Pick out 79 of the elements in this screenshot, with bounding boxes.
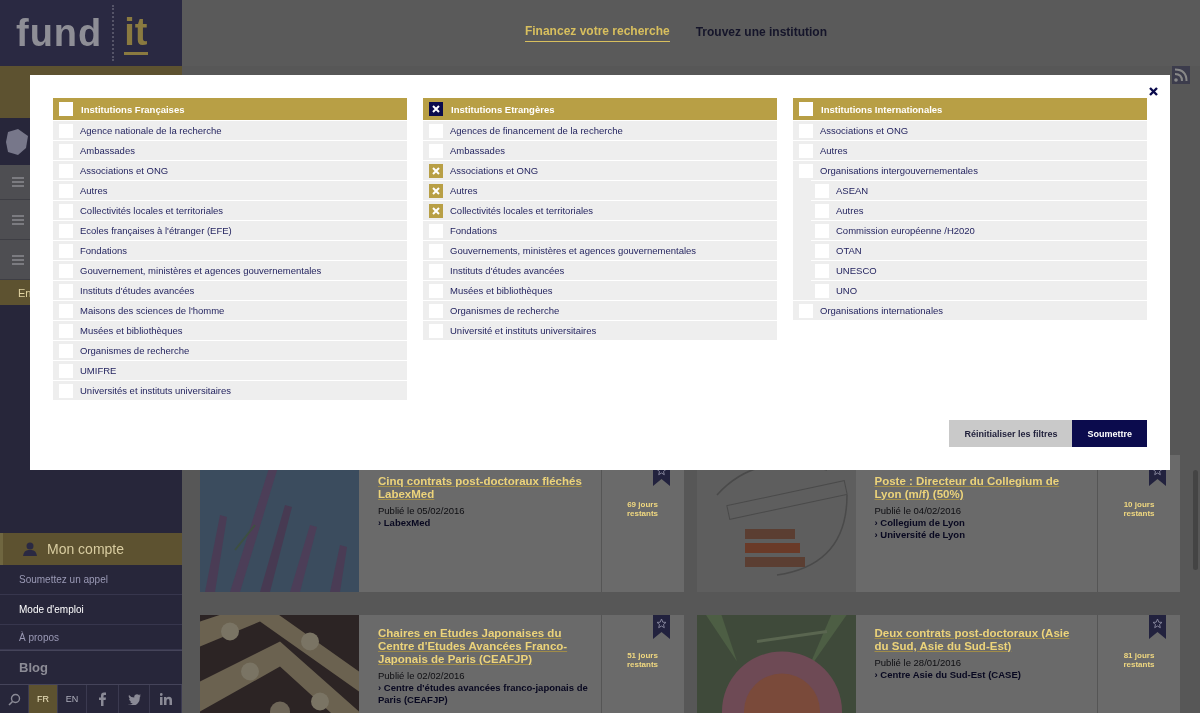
filter-option[interactable]: Agence nationale de la recherche — [80, 125, 222, 136]
filter-option[interactable]: ASEAN — [836, 185, 869, 196]
filter-option[interactable]: Ambassades — [450, 145, 505, 156]
days-remaining: 69 jours restants — [625, 499, 660, 518]
search-icon — [7, 692, 21, 706]
filter-option[interactable]: Autres — [450, 185, 478, 196]
checkbox[interactable] — [799, 102, 813, 116]
filter-option[interactable]: UNESCO — [836, 265, 877, 276]
checkbox[interactable] — [429, 183, 443, 198]
language-button[interactable]: FR — [29, 685, 58, 713]
filter-option[interactable]: Organismes de recherche — [80, 345, 190, 356]
filter-option[interactable]: Collectivités locales et territoriales — [450, 205, 594, 216]
menu-icon[interactable] — [12, 177, 24, 187]
menu-icon[interactable] — [12, 254, 24, 265]
institution-link[interactable]: › LabexMed — [378, 517, 589, 529]
filter-option[interactable]: Maisons des sciences de l'homme — [80, 305, 225, 316]
institution-link[interactable]: › Centre d'études avancées franco-japonais de Paris (CEAFJP) — [378, 682, 589, 706]
close-icon[interactable] — [1149, 87, 1158, 96]
card-title[interactable]: Chaires en Etudes Japonaises du Centre d'Etudes Avancées Franco-Japonais de Paris (CEAFJP) — [378, 627, 589, 666]
publish-date: Publié le 02/02/2016 — [378, 670, 466, 682]
filter-option[interactable]: UMIFRE — [80, 365, 117, 376]
filter-option[interactable]: Autres — [80, 185, 108, 196]
map-icon — [4, 127, 30, 156]
filter-option[interactable]: Musées et bibliothèques — [80, 325, 183, 336]
filter-option[interactable]: Fondations — [80, 245, 127, 256]
days-remaining: 10 jours restants — [1122, 499, 1156, 518]
checkbox[interactable] — [429, 203, 443, 218]
rss-icon[interactable] — [1172, 66, 1190, 84]
filter-option[interactable]: Instituts d'études avancées — [450, 265, 565, 276]
filter-option[interactable]: Collectivités locales et territoriales — [80, 205, 224, 216]
sidebar-link[interactable]: À propos — [0, 625, 182, 650]
linkedin-icon — [159, 693, 172, 705]
checkbox[interactable] — [59, 102, 73, 116]
filter-option[interactable]: Autres — [820, 145, 848, 156]
sidebar-link[interactable]: Soumettez un appel — [0, 565, 182, 595]
filter-option[interactable]: Associations et ONG — [450, 165, 539, 176]
filter-option[interactable]: OTAN — [836, 245, 862, 256]
logo-text[interactable]: fund — [16, 11, 103, 55]
institution-link[interactable]: › Centre Asie du Sud-Est (CASE) — [874, 669, 1085, 681]
nav-link[interactable]: Financez votre recherche — [524, 24, 670, 42]
filter-option[interactable]: Organisations internationales — [820, 305, 944, 316]
facebook-icon — [99, 692, 106, 706]
menu-icon[interactable] — [12, 214, 24, 225]
sidebar-link[interactable]: Mode d'emploi — [0, 595, 182, 625]
reset-button[interactable]: Réinitialiser les filtres — [949, 420, 1073, 447]
filter-option[interactable]: Gouvernement, ministères et agences gouvernementales — [80, 265, 322, 276]
filter-option[interactable]: Gouvernements, ministères et agences gouvernementales — [450, 245, 697, 256]
filter-option[interactable]: Autres — [836, 205, 864, 216]
filter-option[interactable]: Organisations intergouvernementales — [820, 165, 978, 176]
card-title[interactable]: Poste : Directeur du Collegium de Lyon (m/f) (50%) — [874, 475, 1085, 501]
checkbox[interactable] — [429, 102, 443, 116]
submit-button[interactable]: Soumettre — [1072, 420, 1147, 447]
days-remaining: 51 jours restants — [625, 651, 660, 669]
filter-option[interactable]: Commission européenne /H2020 — [836, 225, 975, 236]
filter-option[interactable]: Ecoles françaises à l'étranger (EFE) — [80, 225, 232, 236]
days-remaining: 81 jours restants — [1122, 651, 1156, 669]
publish-date: Publié le 28/01/2016 — [874, 657, 963, 669]
filter-option[interactable]: Associations et ONG — [820, 125, 909, 136]
language-button[interactable]: EN — [58, 685, 87, 713]
filter-option[interactable]: UNO — [836, 285, 858, 296]
filter-option[interactable]: Universités et instituts universitaires — [80, 385, 231, 396]
blog-link[interactable]: Blog — [0, 650, 182, 685]
institution-link[interactable]: › Université de Lyon — [874, 529, 1085, 541]
publish-date: Publié le 05/02/2016 — [378, 505, 466, 517]
card-title[interactable]: Deux contrats post-doctoraux (Asie du Sud, Asie du Sud-Est) — [874, 627, 1085, 653]
filter-option[interactable]: Organismes de recherche — [450, 305, 560, 316]
filter-option[interactable]: Ambassades — [80, 145, 135, 156]
user-icon — [23, 542, 37, 556]
filter-option[interactable]: Université et instituts universitaires — [450, 325, 597, 336]
card-title[interactable]: Cinq contrats post-doctoraux fléchés LabexMed — [378, 475, 589, 501]
checkbox[interactable] — [429, 163, 443, 178]
filter-option[interactable]: Musées et bibliothèques — [450, 285, 553, 296]
filter-option[interactable]: Associations et ONG — [80, 165, 169, 176]
bird-icon — [127, 693, 141, 705]
filter-option[interactable]: Agences de financement de la recherche — [450, 125, 623, 136]
filter-option[interactable]: Fondations — [450, 225, 497, 236]
institution-link[interactable]: › Collegium de Lyon — [874, 517, 1085, 529]
filter-option[interactable]: Instituts d'études avancées — [80, 285, 195, 296]
publish-date: Publié le 04/02/2016 — [874, 505, 963, 517]
